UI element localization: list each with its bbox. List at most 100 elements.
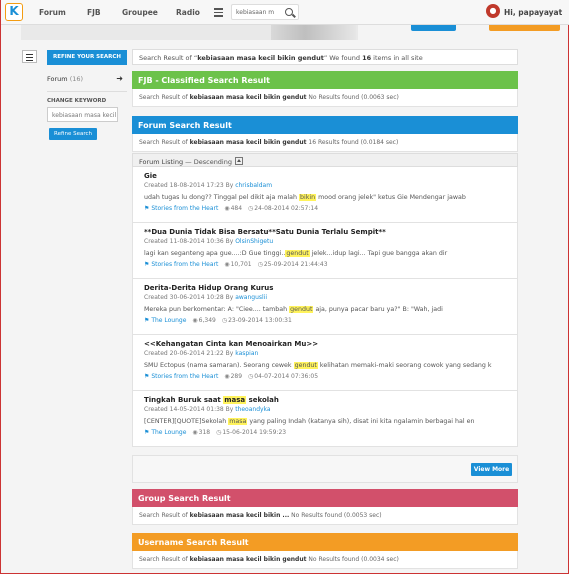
divider [47,91,127,92]
main-content: Search Result of “kebiasaan masa kecil b… [132,49,518,65]
thread-snippet: lagi kan seganteng apa gue....:D Gue tin… [144,250,448,257]
fjb-section-title: FJB - Classified Search Result [132,71,518,89]
search-icon[interactable] [285,8,293,16]
thread-views: 289 [230,373,243,380]
thread-snippet: Mereka pun berkomentar: A: "Ciee.... tam… [144,306,443,313]
menu-icon[interactable] [214,8,223,19]
listing-label: Forum Listing [139,158,184,166]
clock-icon: ◷ [257,261,263,268]
nav-groupee[interactable]: Groupee [122,8,158,17]
group-section-result: Search Result of kebiasaan masa kecil bi… [132,507,518,525]
thread-views: 318 [198,429,211,436]
thread-footer: ⚑ The Lounge ◉6,349 ◷23-09-2014 13:00:31 [144,317,506,324]
top-nav: K Forum FJB Groupee Radio kebiasaan m ● … [1,0,569,25]
thread-snippet: SMU Ectopus (nama samaran). Seorang cewe… [144,362,492,369]
view-more-button[interactable]: View More [471,463,512,476]
thread-meta: Created 14-05-2014 01:38 By theoandyka [144,406,271,413]
thread-last-post: 04-07-2014 07:36:05 [254,373,319,380]
refine-sidebar: REFINE YOUR SEARCH Forum (16) ➜ CHANGE K… [47,50,127,140]
eye-icon: ◉ [224,261,230,268]
arrow-right-icon[interactable]: ➜ [116,74,123,83]
summary-keyword: kebiasaan masa kecil bikin gendut [197,54,324,62]
thread-author[interactable]: kaspian [235,350,258,357]
username-section-result: Search Result of kebiasaan masa kecil bi… [132,551,518,569]
group-section-title: Group Search Result [132,489,518,507]
eye-icon: ◉ [224,205,230,212]
thread-item[interactable]: Tingkah Buruk saat masa sekolah Created … [132,391,518,447]
search-box[interactable]: kebiasaan m [231,4,299,20]
thread-title[interactable]: Derita-Derita Hidup Orang Kurus [144,284,506,292]
refine-title: REFINE YOUR SEARCH [47,50,127,65]
change-keyword-label: CHANGE KEYWORD [47,98,107,104]
thread-footer: ⚑ Stories from the Heart ◉10,701 ◷25-09-20… [144,261,506,268]
eye-icon: ◉ [192,429,198,436]
sort-toggle-icon[interactable] [235,157,243,165]
banner [21,25,358,40]
summary-count: 16 [362,54,372,62]
thread-last-post: 23-09-2014 13:00:31 [228,317,292,324]
user-avatar-icon[interactable]: ● [486,4,500,18]
banner-image [271,25,356,40]
forum-count: (16) [69,75,84,83]
thread-views: 484 [230,205,243,212]
thread-title[interactable]: Tingkah Buruk saat masa sekolah [144,396,506,404]
thread-title[interactable]: **Dua Dunia Tidak Bisa Bersatu**Satu Dun… [144,228,506,236]
thread-author[interactable]: chrisbaldam [235,182,272,189]
clock-icon: ◷ [221,317,228,324]
banner-button-blue[interactable] [411,25,456,31]
thread-meta: Created 20-06-2014 21:22 By kaspian [144,350,259,357]
thread-views: 6,349 [198,317,216,324]
search-summary: Search Result of “kebiasaan masa kecil b… [132,49,518,65]
thread-item[interactable]: **Dua Dunia Tidak Bisa Bersatu**Satu Dun… [132,223,518,279]
tag-icon: ⚑ [144,261,150,268]
thread-footer: ⚑ The Lounge ◉318 ◷15-06-2014 19:59:23 [144,429,506,436]
thread-forum-link[interactable]: The Lounge [151,429,186,436]
tag-icon: ⚑ [144,317,150,324]
thread-item[interactable]: Gie Created 18-08-2014 17:23 By chrisbal… [132,167,518,223]
keyword-input[interactable]: kebiasaan masa kecil [47,107,118,122]
clock-icon: ◷ [216,429,222,436]
nav-fjb[interactable]: FJB [87,8,101,17]
kaskus-logo[interactable]: K [5,3,23,21]
forum-listing-header: Forum Listing — Descending [132,153,518,167]
sidebar-item-forum[interactable]: Forum (16) ➜ [47,74,127,87]
thread-item[interactable]: Derita-Derita Hidup Orang Kurus Created … [132,279,518,335]
tag-icon: ⚑ [144,205,150,212]
thread-snippet: [CENTER][QUOTE]Sekolah masa yang paling … [144,418,475,425]
username-section-title: Username Search Result [132,533,518,551]
refine-search-button[interactable]: Refine Search [49,128,97,140]
tag-icon: ⚑ [144,373,150,380]
tag-icon: ⚑ [144,429,150,436]
view-more-area: View More [132,455,518,483]
thread-meta: Created 11-08-2014 10:36 By OlsinShigetu [144,238,274,245]
nav-radio[interactable]: Radio [176,8,200,17]
thread-last-post: 25-09-2014 21:44:43 [263,261,328,268]
eye-icon: ◉ [192,317,198,324]
clock-icon: ◷ [248,373,254,380]
thread-views: 10,701 [230,261,252,268]
nav-forum[interactable]: Forum [39,8,66,17]
thread-author[interactable]: theoandyka [235,406,270,413]
forum-section-title: Forum Search Result [132,116,518,134]
thread-forum-link[interactable]: Stories from the Heart [151,261,218,268]
sidebar-toggle-icon[interactable] [22,50,37,63]
banner-button-orange[interactable] [489,25,560,31]
forum-section-result: Search Result of kebiasaan masa kecil bi… [132,134,518,152]
search-input[interactable]: kebiasaan m [236,9,278,16]
fjb-section-result: Search Result of kebiasaan masa kecil bi… [132,89,518,107]
thread-meta: Created 18-08-2014 17:23 By chrisbaldam [144,182,273,189]
thread-footer: ⚑ Stories from the Heart ◉484 ◷24-08-2014 … [144,205,506,212]
thread-forum-link[interactable]: Stories from the Heart [151,373,218,380]
eye-icon: ◉ [224,373,230,380]
user-greeting[interactable]: Hi, papayayat [504,8,562,17]
thread-forum-link[interactable]: The Lounge [151,317,186,324]
thread-title[interactable]: Gie [144,172,506,180]
thread-last-post: 15-06-2014 19:59:23 [222,429,287,436]
thread-title[interactable]: <<Kehangatan Cinta kan Menoairkan Mu>> [144,340,506,348]
thread-meta: Created 30-06-2014 10:28 By awanguslii [144,294,268,301]
thread-forum-link[interactable]: Stories from the Heart [151,205,218,212]
thread-item[interactable]: <<Kehangatan Cinta kan Menoairkan Mu>> C… [132,335,518,391]
thread-author[interactable]: awanguslii [235,294,267,301]
thread-last-post: 24-08-2014 02:57:14 [254,205,319,212]
thread-author[interactable]: OlsinShigetu [235,238,273,245]
